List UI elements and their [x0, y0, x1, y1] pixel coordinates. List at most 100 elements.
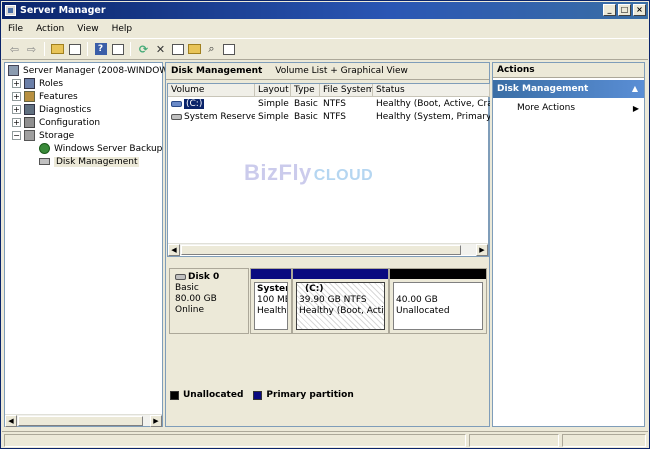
- backup-icon: [39, 143, 50, 154]
- expand-icon[interactable]: +: [12, 118, 21, 127]
- tree-horizontal-scrollbar[interactable]: ◀ ▶: [5, 414, 162, 427]
- scroll-right-icon[interactable]: ▶: [150, 415, 162, 427]
- scroll-thumb[interactable]: [181, 245, 461, 255]
- menu-help[interactable]: Help: [112, 24, 133, 34]
- tree-item-label: Roles: [39, 78, 64, 89]
- type-cell: Basic: [294, 99, 318, 109]
- tree-item-label: Windows Server Backup: [54, 143, 163, 154]
- forward-icon[interactable]: ⇨: [24, 42, 39, 57]
- disk-management-pane: Disk Management Volume List + Graphical …: [165, 62, 490, 427]
- status-segment: [4, 434, 466, 447]
- disk-icon: [39, 158, 50, 165]
- disk-size: 80.00 GB: [175, 294, 217, 304]
- refresh-icon[interactable]: ⟳: [136, 42, 151, 57]
- partition-unallocated[interactable]: 40.00 GB Unallocated: [389, 268, 487, 334]
- back-icon[interactable]: ⇦: [7, 42, 22, 57]
- submenu-arrow-icon: ▶: [632, 104, 639, 113]
- column-header-status[interactable]: Status: [373, 84, 490, 97]
- column-header-volume[interactable]: Volume: [168, 84, 255, 97]
- collapse-caret-icon[interactable]: ▲: [632, 80, 638, 98]
- diagnostics-icon: [24, 104, 35, 115]
- column-header-file-system[interactable]: File System: [320, 84, 373, 97]
- roles-icon: [24, 78, 35, 89]
- more-actions-item[interactable]: More Actions ▶: [517, 102, 641, 115]
- configuration-icon: [24, 117, 35, 128]
- legend-swatch-primary: [253, 390, 263, 400]
- pane-view-mode: Volume List + Graphical View: [275, 66, 408, 76]
- type-cell: Basic: [294, 112, 318, 122]
- expand-icon[interactable]: +: [12, 105, 21, 114]
- partition-body: (C:) 39.90 GB NTFS Healthy (Boot, Active: [296, 282, 385, 330]
- partition-c[interactable]: (C:) 39.90 GB NTFS Healthy (Boot, Active: [292, 268, 389, 334]
- expand-icon[interactable]: +: [12, 79, 21, 88]
- actions-section-disk-management[interactable]: Disk Management ▲: [493, 80, 644, 98]
- minimize-button[interactable]: _: [603, 4, 616, 16]
- tree-item-roles[interactable]: + Roles: [12, 77, 63, 90]
- scroll-thumb[interactable]: [18, 416, 143, 426]
- status-cell: Healthy (System, Primary Pa: [376, 112, 490, 122]
- menu-file[interactable]: File: [8, 24, 23, 34]
- partition-status: Unallocated: [396, 306, 450, 316]
- up-icon[interactable]: [50, 42, 65, 57]
- partition-status: Healthy (Boot, Active: [299, 306, 385, 316]
- scroll-left-icon[interactable]: ◀: [168, 244, 180, 256]
- volume-list: Volume Layout Type File System Status (C…: [167, 83, 490, 257]
- tree-item-label: Diagnostics: [39, 104, 92, 115]
- collapse-icon[interactable]: −: [12, 131, 21, 140]
- column-header-layout[interactable]: Layout: [255, 84, 291, 97]
- title-bar[interactable]: Server Manager _ □ ×: [2, 2, 648, 19]
- disk-icon: [175, 273, 186, 280]
- layout-cell: Simple: [258, 99, 289, 109]
- volume-list-horizontal-scrollbar[interactable]: ◀ ▶: [168, 243, 488, 256]
- window-title: Server Manager: [20, 5, 106, 16]
- tree-item-label: Configuration: [39, 117, 101, 128]
- menu-bar: File Action View Help: [2, 20, 648, 37]
- file-system-cell: NTFS: [323, 112, 346, 122]
- show-hide-tree-icon[interactable]: [67, 42, 82, 57]
- maximize-button[interactable]: □: [618, 4, 631, 16]
- delete-icon[interactable]: ✕: [153, 42, 168, 57]
- console-tree: Server Manager (2008-WINDOWS- + Roles + …: [4, 62, 177, 427]
- tree-item-diagnostics[interactable]: + Diagnostics: [12, 103, 91, 116]
- partition-body: Syster 100 MB Healthy: [254, 282, 288, 330]
- disk-row: Disk 0 Basic 80.00 GB Online Syster 100 …: [169, 268, 487, 334]
- column-header-type[interactable]: Type: [291, 84, 320, 97]
- menu-view[interactable]: View: [77, 24, 98, 34]
- properties-icon[interactable]: [170, 42, 185, 57]
- server-manager-window: Server Manager _ □ × File Action View He…: [0, 0, 650, 449]
- close-button[interactable]: ×: [633, 4, 646, 16]
- legend-label-unallocated: Unallocated: [183, 390, 244, 400]
- tree-item-label: Disk Management: [54, 156, 140, 167]
- partition-name: [396, 284, 480, 295]
- partition-status: Healthy: [257, 306, 287, 316]
- disk-info[interactable]: Disk 0 Basic 80.00 GB Online: [169, 268, 249, 334]
- tree-item-windows-server-backup[interactable]: Windows Server Backup: [39, 142, 162, 155]
- tree-item-features[interactable]: + Features: [12, 90, 78, 103]
- menu-action[interactable]: Action: [36, 24, 64, 34]
- tree-item-storage[interactable]: − Storage: [12, 129, 74, 142]
- partition-name: (C:): [305, 284, 324, 294]
- tree-item-configuration[interactable]: + Configuration: [12, 116, 100, 129]
- tree-item-label: Storage: [39, 130, 75, 141]
- help-icon[interactable]: ?: [93, 42, 108, 57]
- storage-icon: [24, 130, 35, 141]
- scroll-right-icon[interactable]: ▶: [476, 244, 488, 256]
- graphical-view: Disk 0 Basic 80.00 GB Online Syster 100 …: [167, 267, 489, 408]
- legend: Unallocated Primary partition: [170, 388, 354, 402]
- status-segment: [469, 434, 559, 447]
- tree-item-disk-management[interactable]: Disk Management: [39, 155, 140, 168]
- partition-size: 100 MB: [257, 295, 288, 305]
- search-icon[interactable]: ⌕: [204, 42, 219, 57]
- expand-icon[interactable]: +: [12, 92, 21, 101]
- scroll-left-icon[interactable]: ◀: [5, 415, 17, 427]
- layout-cell: Simple: [258, 112, 289, 122]
- partition-bar: [293, 269, 388, 279]
- tree-item-server-manager[interactable]: Server Manager (2008-WINDOWS-: [8, 64, 177, 77]
- server-manager-icon: [5, 5, 16, 16]
- partition-size: 39.90 GB NTFS: [299, 295, 367, 305]
- partition-system-reserved[interactable]: Syster 100 MB Healthy: [250, 268, 292, 334]
- legend-swatch-unallocated: [170, 390, 179, 400]
- show-hide-action-pane-icon[interactable]: [110, 42, 125, 57]
- export-icon[interactable]: [221, 42, 236, 57]
- open-icon[interactable]: [187, 42, 202, 57]
